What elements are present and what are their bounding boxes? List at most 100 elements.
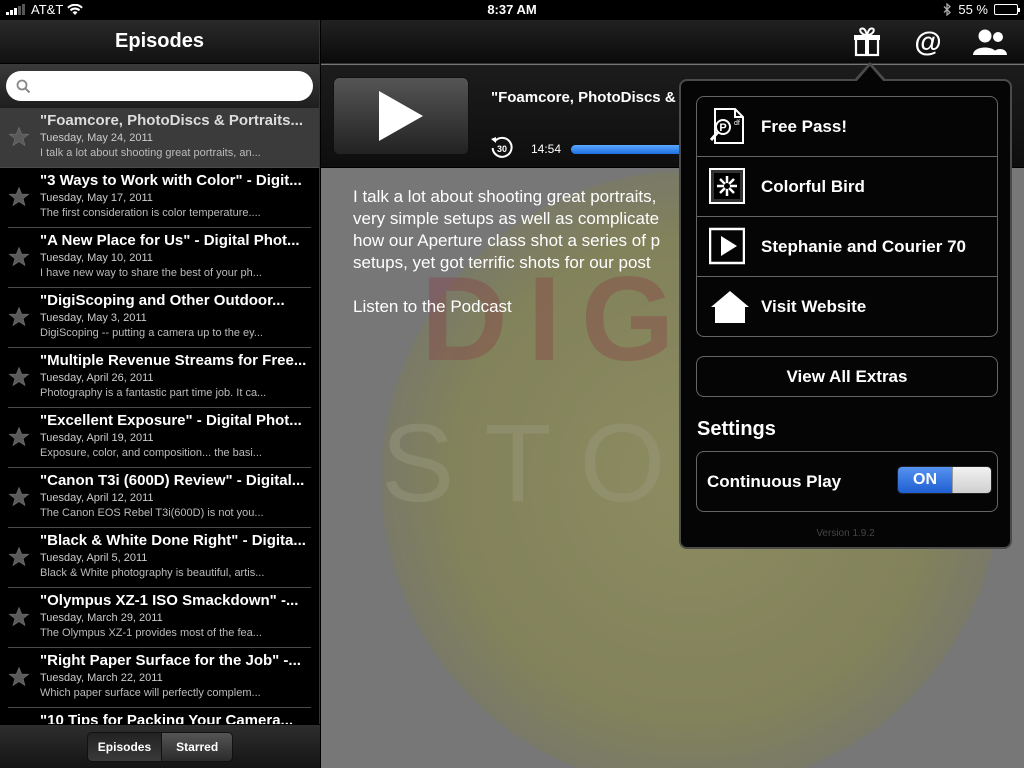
- signal-strength-icon: [6, 4, 25, 15]
- extra-label: Free Pass!: [761, 117, 847, 136]
- gift-icon[interactable]: [851, 26, 883, 58]
- at-icon[interactable]: @: [912, 26, 944, 58]
- settings-group: Continuous Play ON: [696, 451, 998, 512]
- episode-summary: Photography is a fantastic part time job…: [40, 387, 267, 399]
- episode-row[interactable]: "Canon T3i (600D) Review" - Digital... Tu…: [8, 468, 311, 528]
- episode-date: Tuesday, April 26, 2011: [40, 372, 154, 384]
- tab-starred[interactable]: Starred: [161, 732, 233, 761]
- episode-date: Tuesday, April 5, 2011: [40, 552, 148, 564]
- episodes-panel: Episodes "Foamcore, PhotoDiscs & Portrai…: [0, 20, 320, 768]
- episode-title: "A New Place for Us" - Digital Phot...: [40, 232, 300, 249]
- star-icon[interactable]: [8, 606, 30, 628]
- episode-row[interactable]: "10 Tips for Packing Your Camera...: [8, 708, 311, 725]
- view-all-extras-button[interactable]: View All Extras: [696, 356, 998, 397]
- extra-label: Stephanie and Courier 70: [761, 237, 966, 256]
- extra-label: Colorful Bird: [761, 177, 865, 196]
- star-icon[interactable]: [8, 486, 30, 508]
- episode-title: "DigiScoping and Other Outdoor...: [40, 292, 285, 309]
- star-icon[interactable]: [8, 426, 30, 448]
- continuous-play-label: Continuous Play: [707, 472, 842, 491]
- svg-text:df: df: [734, 120, 740, 127]
- episode-summary: I talk a lot about shooting great portra…: [40, 147, 261, 159]
- episode-date: Tuesday, March 29, 2011: [40, 612, 163, 624]
- episode-title: "Multiple Revenue Streams for Free...: [40, 352, 307, 369]
- episode-summary: Which paper surface will perfectly compl…: [40, 687, 261, 699]
- episode-row[interactable]: "Multiple Revenue Streams for Free... Tue…: [8, 348, 311, 408]
- episode-date: Tuesday, May 3, 2011: [40, 312, 147, 324]
- episode-date: Tuesday, May 24, 2011: [40, 132, 153, 144]
- listen-link[interactable]: Listen to the Podcast: [353, 296, 693, 318]
- star-icon[interactable]: [8, 366, 30, 388]
- episode-title: "Foamcore, PhotoDiscs & Portraits...: [40, 112, 304, 129]
- image-icon: [709, 168, 745, 204]
- elapsed-time: 14:54: [531, 142, 562, 156]
- extra-colorful-bird[interactable]: Colorful Bird: [697, 157, 997, 217]
- detail-toolbar: @: [321, 20, 1024, 64]
- search-icon: [16, 79, 31, 93]
- app-root: AT&T 8:37 AM 55 % Episodes "Foamcore, Ph…: [0, 0, 1024, 768]
- extra-free-pass[interactable]: Pdf Free Pass!: [697, 97, 997, 157]
- extra-label: Visit Website: [761, 297, 867, 316]
- episode-summary: Black & White photography is beautiful, …: [40, 567, 265, 579]
- episode-date: Tuesday, May 17, 2011: [40, 192, 153, 204]
- description-text: I talk a lot about shooting great portra…: [353, 187, 661, 272]
- episode-summary: DigiScoping -- putting a camera up to th…: [40, 327, 263, 339]
- wifi-icon: [67, 3, 84, 15]
- episode-summary: The first consideration is color tempera…: [40, 207, 261, 219]
- star-icon[interactable]: [8, 186, 30, 208]
- search-bar: [0, 64, 319, 108]
- panel-title: Episodes: [115, 30, 204, 52]
- extra-visit-website[interactable]: Visit Website: [697, 277, 997, 336]
- star-icon[interactable]: [8, 126, 30, 148]
- search-input[interactable]: [37, 77, 297, 95]
- home-icon: [711, 291, 749, 323]
- episode-row[interactable]: "A New Place for Us" - Digital Phot... Tu…: [8, 228, 311, 288]
- episode-row[interactable]: "3 Ways to Work with Color" - Digit... Tu…: [8, 168, 311, 228]
- episode-title: "Olympus XZ-1 ISO Smackdown" -...: [40, 592, 299, 609]
- extras-popover: Pdf Free Pass! Colorful Bird Stephanie a…: [679, 79, 1012, 549]
- star-icon[interactable]: [8, 666, 30, 688]
- search-field[interactable]: [6, 71, 313, 101]
- extra-stephanie-courier[interactable]: Stephanie and Courier 70: [697, 217, 997, 277]
- episodes-header: Episodes: [0, 20, 319, 64]
- episode-row[interactable]: "Black & White Done Right" - Digita... Tu…: [8, 528, 311, 588]
- carrier-name: AT&T: [31, 2, 64, 17]
- bluetooth-icon: [943, 3, 952, 16]
- episode-description: I talk a lot about shooting great portra…: [353, 186, 693, 318]
- episode-row[interactable]: "Excellent Exposure" - Digital Phot... Tu…: [8, 408, 311, 468]
- battery-percent: 55 %: [958, 2, 988, 17]
- skip-back-icon[interactable]: 30: [489, 135, 515, 161]
- episode-date: Tuesday, March 22, 2011: [40, 672, 163, 684]
- episode-row[interactable]: "Right Paper Surface for the Job" -... Tu…: [8, 648, 311, 708]
- continuous-play-toggle[interactable]: ON: [897, 466, 992, 494]
- episode-list[interactable]: "Foamcore, PhotoDiscs & Portraits... Tues…: [0, 108, 319, 725]
- episode-summary: I have new way to share the best of your…: [40, 267, 262, 279]
- popover-arrow-inner: [856, 66, 884, 82]
- artwork-text-bottom: STO: [381, 402, 696, 525]
- tab-episodes[interactable]: Episodes: [87, 732, 162, 761]
- star-icon[interactable]: [8, 246, 30, 268]
- status-right: 55 %: [943, 2, 1020, 17]
- episode-summary: The Canon EOS Rebel T3i(600D) is not you…: [40, 507, 264, 519]
- toggle-on-label: ON: [898, 467, 952, 493]
- clock: 8:37 AM: [487, 2, 537, 17]
- contacts-icon[interactable]: [970, 26, 1010, 58]
- episode-row[interactable]: "Olympus XZ-1 ISO Smackdown" -... Tuesday…: [8, 588, 311, 648]
- play-button[interactable]: [333, 77, 469, 155]
- episodes-footer: Episodes Starred: [0, 724, 320, 768]
- settings-heading: Settings: [697, 418, 776, 440]
- filter-segmented-control: Episodes Starred: [86, 731, 234, 762]
- episode-date: Tuesday, April 12, 2011: [40, 492, 154, 504]
- episode-row[interactable]: "DigiScoping and Other Outdoor... Tuesday…: [8, 288, 311, 348]
- episode-title: "Black & White Done Right" - Digita...: [40, 532, 306, 549]
- episode-summary: Exposure, color, and composition... the …: [40, 447, 262, 459]
- episode-row[interactable]: "Foamcore, PhotoDiscs & Portraits... Tues…: [0, 108, 319, 168]
- star-icon[interactable]: [8, 546, 30, 568]
- episode-title: "Right Paper Surface for the Job" -...: [40, 652, 301, 669]
- now-playing-title: "Foamcore, PhotoDiscs &: [491, 89, 676, 106]
- pdf-icon: Pdf: [709, 108, 744, 144]
- star-icon[interactable]: [8, 306, 30, 328]
- toggle-knob: [952, 467, 991, 493]
- episode-date: Tuesday, April 19, 2011: [40, 432, 154, 444]
- carrier-group: AT&T: [6, 2, 84, 17]
